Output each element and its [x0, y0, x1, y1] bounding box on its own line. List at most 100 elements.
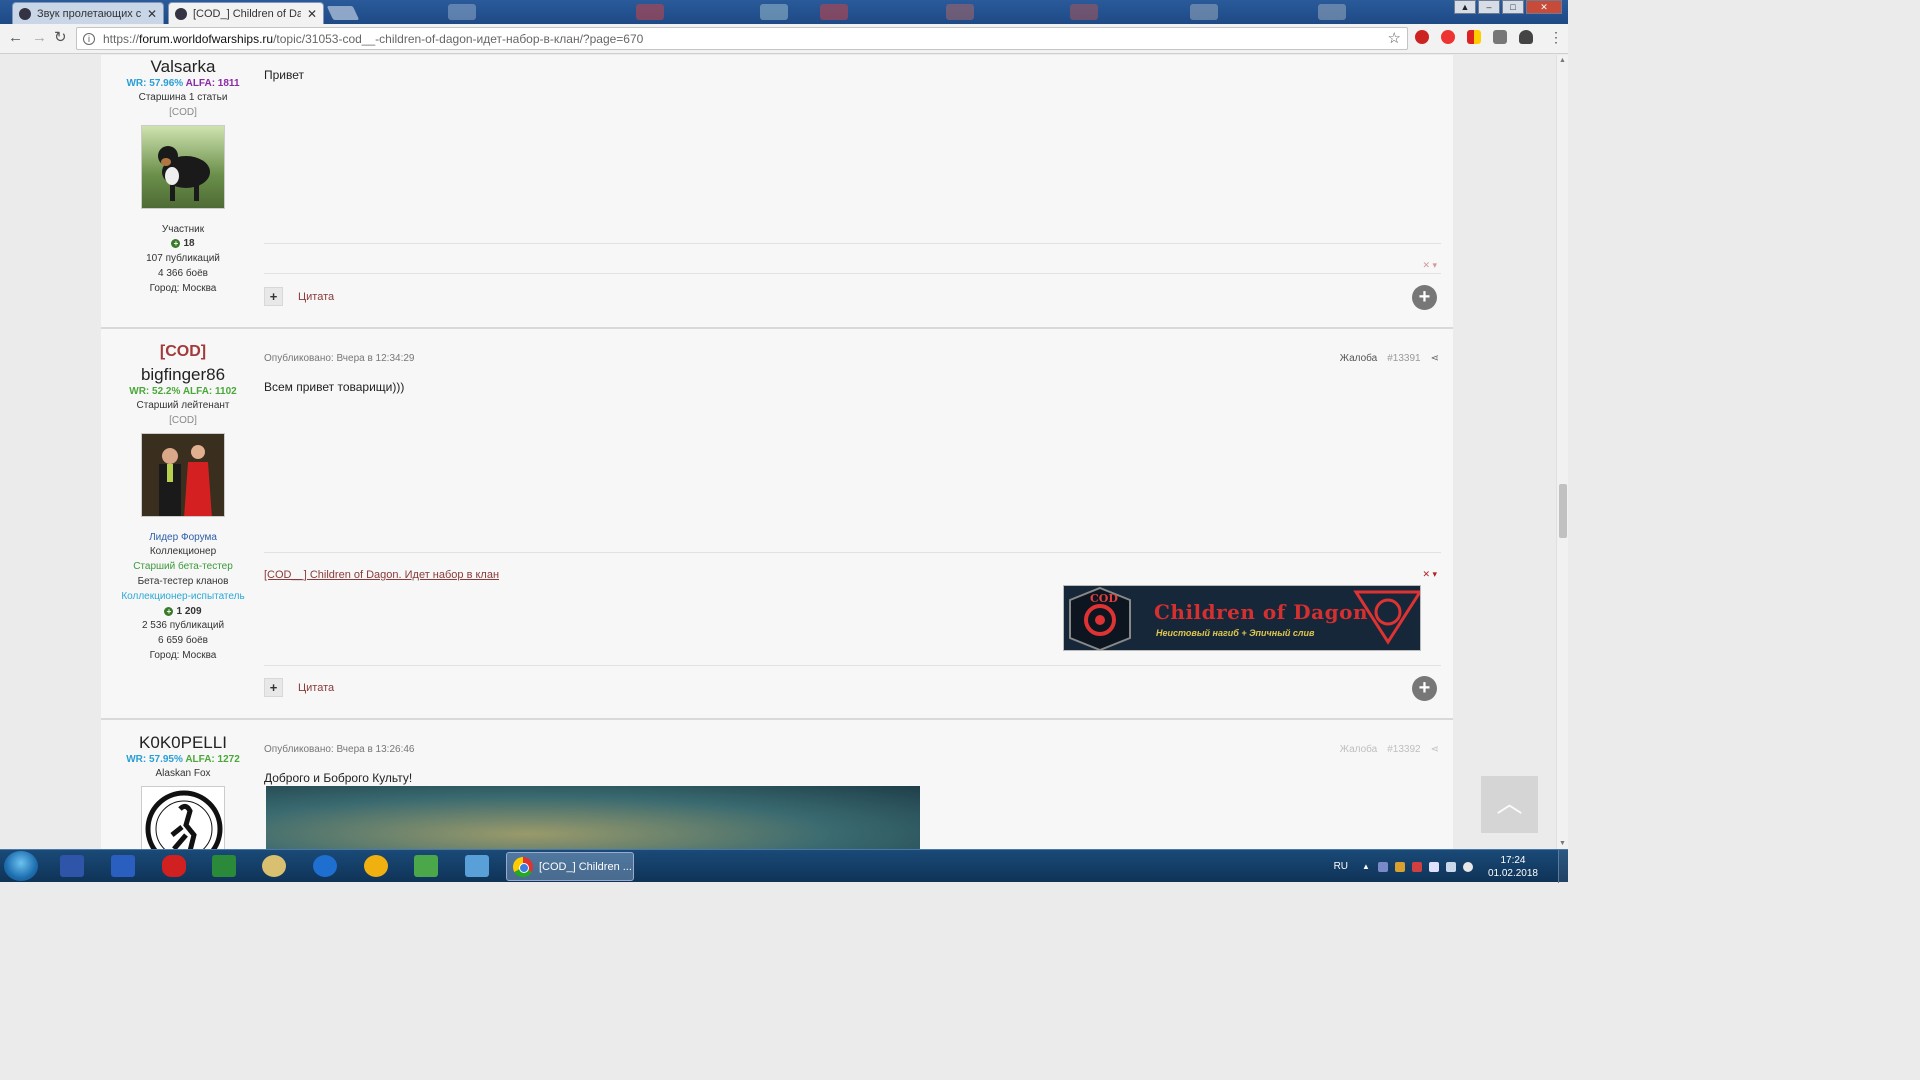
- site-info-icon[interactable]: i: [83, 32, 95, 45]
- report-link[interactable]: Жалоба: [1340, 744, 1377, 755]
- bookmark-star-icon[interactable]: ☆: [1388, 29, 1401, 47]
- extension-flag-icon[interactable]: [1467, 30, 1481, 44]
- reload-icon[interactable]: ↻: [54, 30, 67, 46]
- multiquote-plus-button[interactable]: +: [264, 678, 283, 697]
- back-arrow-icon[interactable]: ←: [8, 30, 23, 46]
- teamviewer-app-icon[interactable]: [313, 855, 337, 877]
- flag-tray-icon[interactable]: [1428, 861, 1439, 872]
- author-clan-heading[interactable]: [COD]: [101, 342, 265, 362]
- multiquote-plus-button[interactable]: +: [264, 287, 283, 306]
- author-nickname[interactable]: Valsarka: [101, 57, 265, 77]
- close-tab-icon[interactable]: ✕: [147, 7, 157, 21]
- author-reputation: +18: [101, 237, 265, 252]
- post-author-panel: K0K0PELLI WR: 57.95% ALFA: 1272 Alaskan …: [101, 733, 265, 849]
- show-hidden-icons-arrow-icon[interactable]: ▲: [1362, 862, 1370, 871]
- author-nickname[interactable]: K0K0PELLI: [101, 733, 265, 753]
- red-app-icon[interactable]: [162, 855, 186, 877]
- keyboard-tray-icon[interactable]: [1377, 861, 1388, 872]
- start-button[interactable]: [4, 851, 38, 881]
- author-rank: Старшина 1 статьи: [138, 92, 228, 103]
- hide-signature-icon[interactable]: ✕ ▾: [1422, 569, 1437, 580]
- menu-dots-icon[interactable]: ⋮: [1549, 29, 1563, 45]
- reputation-add-button[interactable]: +: [1412, 676, 1437, 701]
- hide-signature-icon[interactable]: ✕ ▾: [1422, 260, 1437, 271]
- security-tray-icon[interactable]: [1394, 861, 1405, 872]
- system-tray: RU ▲ 17:24 01.02.2018: [1334, 850, 1568, 883]
- tab-cod-topic[interactable]: [COD_] Children of Dagon ✕: [168, 2, 324, 24]
- reputation-plus-icon: +: [171, 239, 181, 249]
- url-domain: forum.worldofwarships.ru: [139, 31, 274, 46]
- author-avatar[interactable]: [141, 124, 225, 209]
- author-publications: 2 536 публикаций: [141, 620, 225, 632]
- author-city: Город: Москва: [149, 649, 217, 661]
- system-clock[interactable]: 17:24 01.02.2018: [1488, 854, 1538, 880]
- footer-divider: [264, 665, 1441, 666]
- author-stats: WR: 57.95% ALFA: 1272: [101, 753, 265, 767]
- taskbar-chrome-window[interactable]: [COD_] Children ...: [506, 852, 634, 881]
- tab-sound[interactable]: Звук пролетающих самолётов ✕: [12, 2, 164, 24]
- share-icon[interactable]: ⋖: [1431, 744, 1439, 755]
- post-embedded-image[interactable]: [266, 786, 920, 849]
- extension-flash-block-icon[interactable]: [1415, 30, 1429, 44]
- scroll-down-arrow-icon[interactable]: ▼: [1559, 840, 1566, 847]
- reputation-add-button[interactable]: +: [1412, 285, 1437, 310]
- author-clan-tag: [COD]: [169, 414, 197, 426]
- extension-opera-icon[interactable]: [1441, 30, 1455, 44]
- chrome-icon: [513, 856, 533, 877]
- extension-gray-icon[interactable]: [1493, 30, 1507, 44]
- address-bar[interactable]: i https://forum.worldofwarships.ru/topic…: [76, 27, 1408, 50]
- language-indicator[interactable]: RU: [1334, 861, 1348, 872]
- author-nickname[interactable]: bigfinger86: [101, 365, 265, 385]
- mail-app-icon[interactable]: [465, 855, 489, 877]
- flash-tray-icon[interactable]: [1411, 861, 1422, 872]
- background-window-decoration: [760, 4, 788, 20]
- maximize-button[interactable]: □: [1502, 0, 1524, 14]
- author-avatar[interactable]: [141, 432, 225, 517]
- badge-collector-tester: Коллекционер-испытатель: [121, 590, 245, 602]
- scrollbar-thumb[interactable]: [1559, 484, 1567, 538]
- report-link[interactable]: Жалоба: [1340, 353, 1377, 364]
- new-tab-button[interactable]: [326, 6, 360, 20]
- post-number-link[interactable]: #13392: [1387, 744, 1420, 755]
- close-window-button[interactable]: ✕: [1526, 0, 1562, 14]
- author-city: Город: Москва: [149, 282, 217, 294]
- wows-favicon-icon: [175, 7, 187, 20]
- author-avatar[interactable]: [141, 785, 225, 849]
- share-icon[interactable]: ⋖: [1431, 353, 1439, 364]
- quote-button[interactable]: Цитата: [298, 682, 334, 694]
- signature-link[interactable]: [COD__] Children of Dagon. Идет набор в …: [264, 569, 499, 581]
- network-app-icon[interactable]: [414, 855, 438, 877]
- avast-app-icon[interactable]: [364, 855, 388, 877]
- author-battles: 4 366 боёв: [158, 267, 208, 279]
- profile-icon[interactable]: ▲: [1454, 0, 1476, 14]
- reputation-value: 1 209: [176, 605, 202, 617]
- close-tab-icon[interactable]: ✕: [307, 7, 317, 21]
- background-window-decoration: [820, 4, 848, 20]
- volume-tray-icon[interactable]: [1462, 861, 1473, 872]
- back-to-top-button[interactable]: ︿: [1481, 776, 1538, 833]
- show-desktop-button[interactable]: [1558, 850, 1568, 883]
- post-date: Опубликовано: Вчера в 12:34:29: [264, 353, 415, 364]
- clan-signature-banner[interactable]: COD Children of Dagon Неистовый нагиб + …: [1063, 585, 1421, 651]
- save-disk-app-icon[interactable]: [60, 855, 84, 877]
- extension-shield-icon[interactable]: [1519, 30, 1533, 44]
- url-text: https://forum.worldofwarships.ru/topic/3…: [103, 32, 643, 46]
- post-content: Всем привет товарищи))): [264, 380, 405, 394]
- excel-app-icon[interactable]: [212, 855, 236, 877]
- forward-arrow-icon[interactable]: →: [32, 30, 47, 46]
- word-app-icon[interactable]: [111, 855, 135, 877]
- page-scrollbar[interactable]: ▲ ▼: [1556, 55, 1568, 849]
- signature-divider: [264, 552, 1441, 553]
- author-clan-tag: [COD]: [169, 106, 197, 118]
- url-path: /topic/31053-cod__-children-of-dagon-иде…: [273, 31, 644, 46]
- network-tray-icon[interactable]: [1445, 861, 1456, 872]
- clock-time: 17:24: [1500, 854, 1526, 866]
- minimize-button[interactable]: –: [1478, 0, 1500, 14]
- paint-app-icon[interactable]: [262, 855, 286, 877]
- author-publications: 107 публикаций: [146, 253, 220, 265]
- quote-button[interactable]: Цитата: [298, 291, 334, 303]
- browser-toolbar: ← → ↻ i https://forum.worldofwarships.ru…: [0, 24, 1568, 54]
- background-window-decoration: [636, 4, 664, 20]
- post-number-link[interactable]: #13391: [1387, 353, 1420, 364]
- scroll-up-arrow-icon[interactable]: ▲: [1559, 57, 1566, 64]
